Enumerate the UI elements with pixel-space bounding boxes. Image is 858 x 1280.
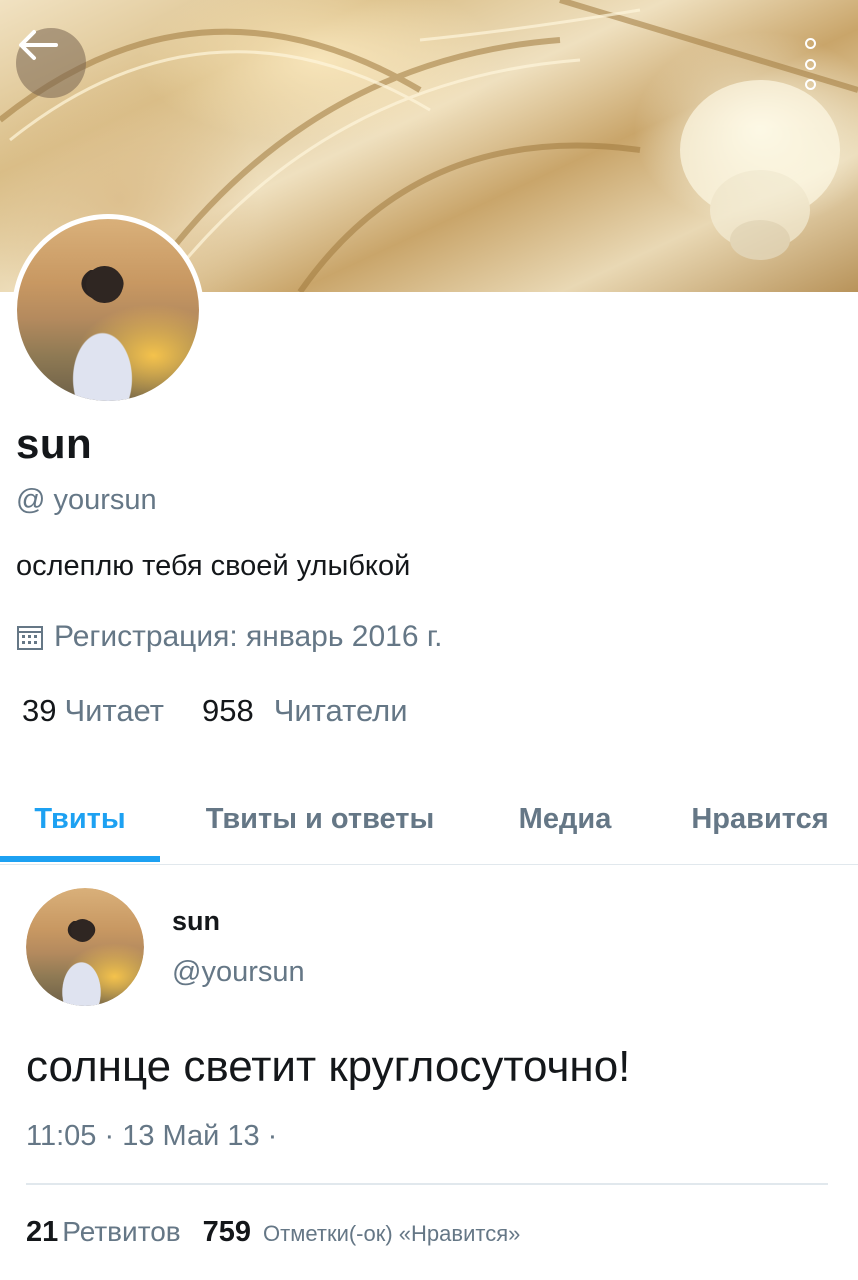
followers-count[interactable]: 958 bbox=[202, 693, 254, 729]
tab-tweets[interactable]: Твиты bbox=[0, 776, 160, 862]
profile-name: sun bbox=[16, 420, 93, 467]
tweet-engagement: 21 Ретвитов 759 Отметки(-ок) «Нравится» bbox=[26, 1216, 520, 1249]
profile-tabs: Твиты Твиты и ответы Медиа Нравится bbox=[0, 776, 858, 865]
profile-handle: @ yoursun bbox=[16, 484, 157, 516]
follow-stats: 39 Читает 958 Читатели bbox=[22, 693, 408, 729]
retweets-label[interactable]: Ретвитов bbox=[62, 1216, 180, 1248]
avatar-image bbox=[26, 888, 144, 1006]
profile-avatar[interactable] bbox=[12, 214, 204, 406]
retweets-count[interactable]: 21 bbox=[26, 1216, 58, 1249]
tweet-text: солнце светит круглосуточно! bbox=[26, 1042, 631, 1091]
active-tab-indicator bbox=[0, 856, 160, 862]
tweet-author-name[interactable]: sun bbox=[172, 906, 220, 937]
tweet-author-handle[interactable]: @yoursun bbox=[172, 956, 305, 989]
calendar-icon bbox=[17, 626, 43, 650]
more-vertical-icon bbox=[804, 38, 816, 49]
tab-tweets-and-replies[interactable]: Твиты и ответы bbox=[170, 776, 470, 862]
tab-media[interactable]: Медиа bbox=[490, 776, 640, 862]
back-button[interactable] bbox=[16, 28, 86, 98]
likes-count[interactable]: 759 bbox=[203, 1216, 251, 1249]
joined-date: Регистрация: январь 2016 г. bbox=[16, 620, 442, 654]
following-count[interactable]: 39 bbox=[22, 693, 56, 729]
more-options-button[interactable] bbox=[790, 38, 830, 90]
more-vertical-icon bbox=[804, 79, 816, 90]
followers-label[interactable]: Читатели bbox=[274, 693, 408, 729]
avatar-image bbox=[17, 219, 199, 401]
profile-bio: ослеплю тебя своей улыбкой bbox=[16, 550, 411, 582]
likes-label[interactable]: Отметки(-ок) «Нравится» bbox=[263, 1221, 520, 1247]
joined-text: Регистрация: январь 2016 г. bbox=[54, 620, 443, 653]
arrow-left-icon bbox=[19, 30, 58, 60]
following-label[interactable]: Читает bbox=[64, 693, 163, 729]
tab-likes[interactable]: Нравится bbox=[670, 776, 850, 862]
more-vertical-icon bbox=[804, 58, 816, 70]
divider bbox=[26, 1183, 828, 1185]
tweet-timestamp: 11:05 · 13 Май 13 · bbox=[26, 1120, 278, 1152]
tweet-avatar[interactable] bbox=[26, 888, 144, 1006]
